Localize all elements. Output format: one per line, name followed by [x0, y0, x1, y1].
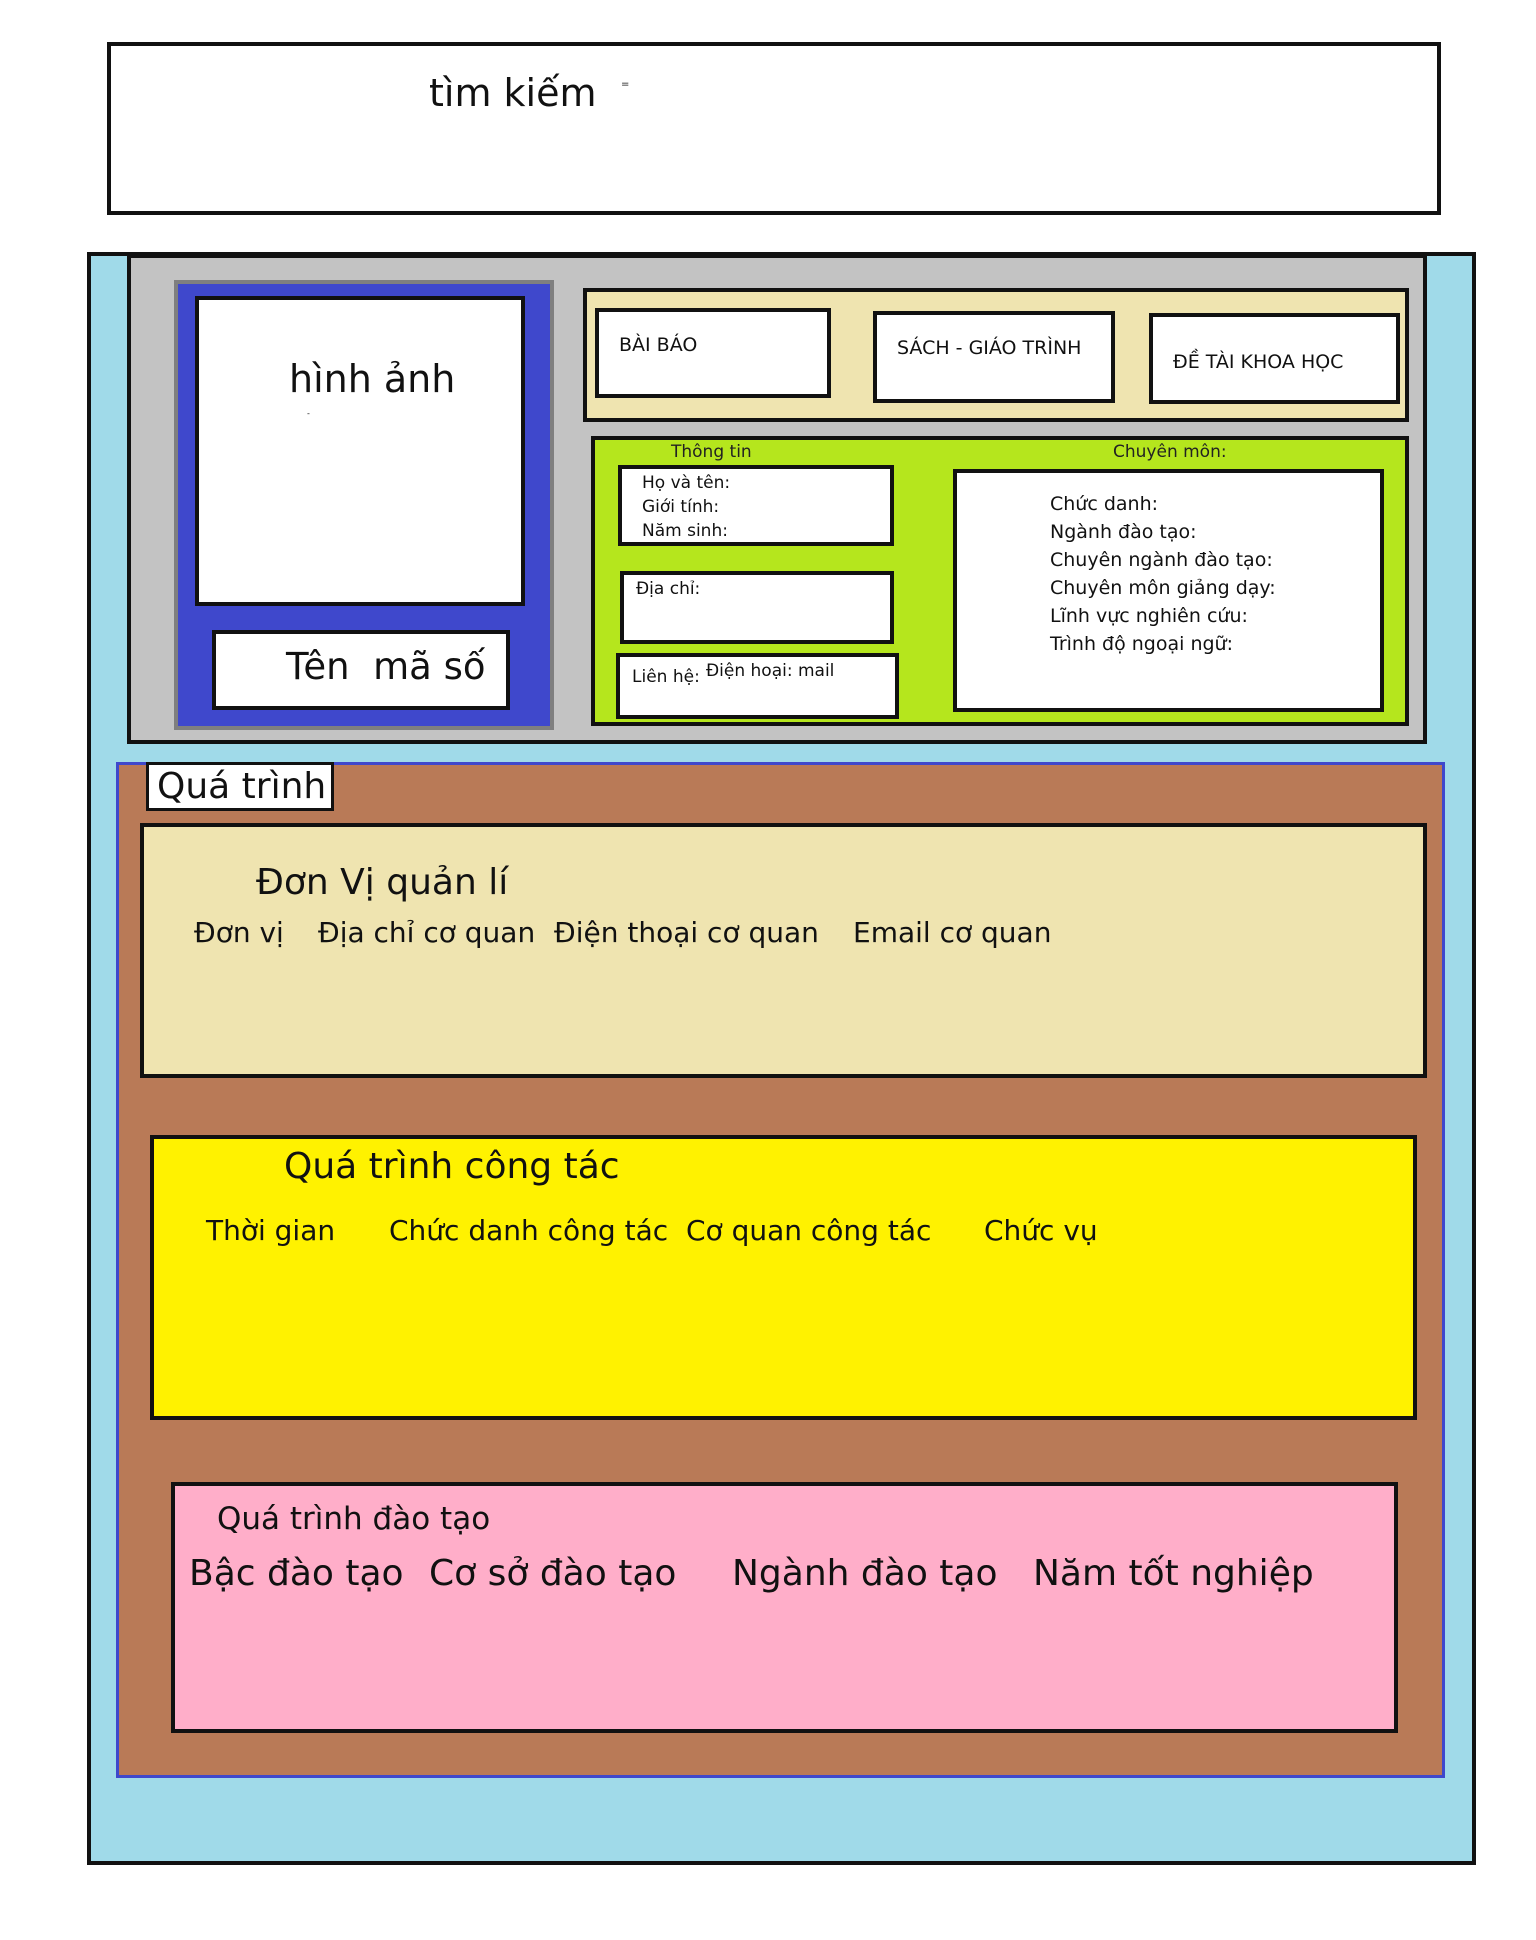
- tab-books-label: SÁCH - GIÁO TRÌNH: [897, 337, 1082, 359]
- tab-research-projects[interactable]: ĐỀ TÀI KHOA HỌC: [1149, 313, 1400, 404]
- language-level-field: Trình độ ngoại ngữ:: [1050, 633, 1233, 655]
- tab-books-textbooks[interactable]: SÁCH - GIÁO TRÌNH: [873, 311, 1115, 403]
- contact-label: Liên hệ:: [632, 667, 700, 687]
- personal-info-box: Họ và tên: Giới tính: Năm sinh:: [618, 465, 894, 546]
- tab-research-label: ĐỀ TÀI KHOA HỌC: [1173, 351, 1344, 373]
- process-title-box: Quá trình: [146, 762, 334, 811]
- search-label: tìm kiếm: [429, 71, 597, 115]
- management-unit-title: Đơn Vị quản lí: [256, 862, 509, 903]
- work-column-header: Thời gian: [206, 1214, 336, 1247]
- tab-articles[interactable]: BÀI BÁO: [595, 308, 831, 398]
- name-id-box: Tên mã số: [212, 630, 510, 710]
- work-column-header: Chức danh công tác: [389, 1214, 669, 1247]
- education-column-header: Cơ sở đào tạo: [429, 1553, 677, 1594]
- contact-box: Liên hệ: Điện hoại: mail: [616, 653, 899, 719]
- name-id-label: Tên mã số: [286, 645, 486, 688]
- contact-value: Điện hoại: mail: [706, 661, 835, 681]
- training-major-field: Ngành đào tạo:: [1050, 521, 1197, 543]
- image-label: hình ảnh: [289, 357, 456, 401]
- education-history-section: Quá trình đào tạo Bậc đào tạo Cơ sở đào …: [171, 1482, 1398, 1733]
- teaching-subject-field: Chuyên môn giảng dạy:: [1050, 577, 1276, 599]
- birth-year-field: Năm sinh:: [642, 521, 728, 541]
- unit-column-header: Địa chỉ cơ quan: [318, 916, 536, 949]
- specialty-caption: Chuyên môn:: [1113, 442, 1227, 462]
- education-history-title: Quá trình đào tạo: [217, 1501, 491, 1537]
- education-column-header: Năm tốt nghiệp: [1033, 1553, 1314, 1594]
- process-title: Quá trình: [157, 766, 327, 807]
- management-unit-section: Đơn Vị quản lí Đơn vị Địa chỉ cơ quan Đi…: [140, 823, 1427, 1078]
- unit-column-header: Điện thoại cơ quan: [554, 916, 819, 949]
- specialization-field: Chuyên ngành đào tạo:: [1050, 549, 1273, 571]
- profile-image-placeholder: hình ảnh -: [195, 296, 525, 606]
- title-field: Chức danh:: [1050, 493, 1159, 515]
- full-name-field: Họ và tên:: [642, 473, 731, 493]
- address-field: Địa chỉ:: [636, 579, 701, 599]
- search-mark: =: [621, 79, 630, 90]
- education-column-header: Ngành đào tạo: [732, 1553, 998, 1594]
- info-caption: Thông tin: [671, 442, 752, 462]
- work-column-header: Chức vụ: [984, 1214, 1098, 1247]
- search-box[interactable]: tìm kiếm =: [107, 42, 1441, 215]
- work-column-header: Cơ quan công tác: [686, 1214, 932, 1247]
- work-history-section: Quá trình công tác Thời gian Chức danh c…: [150, 1135, 1417, 1420]
- work-history-title: Quá trình công tác: [284, 1146, 620, 1187]
- unit-column-header: Email cơ quan: [853, 916, 1052, 949]
- address-box: Địa chỉ:: [620, 571, 894, 644]
- specialty-box: Chức danh: Ngành đào tạo: Chuyên ngành đ…: [953, 469, 1384, 712]
- education-column-header: Bậc đào tạo: [189, 1553, 404, 1594]
- research-area-field: Lĩnh vực nghiên cứu:: [1050, 605, 1248, 627]
- gender-field: Giới tính:: [642, 497, 720, 517]
- tab-articles-label: BÀI BÁO: [619, 334, 698, 356]
- image-mark: -: [307, 409, 310, 418]
- unit-column-header: Đơn vị: [194, 916, 284, 949]
